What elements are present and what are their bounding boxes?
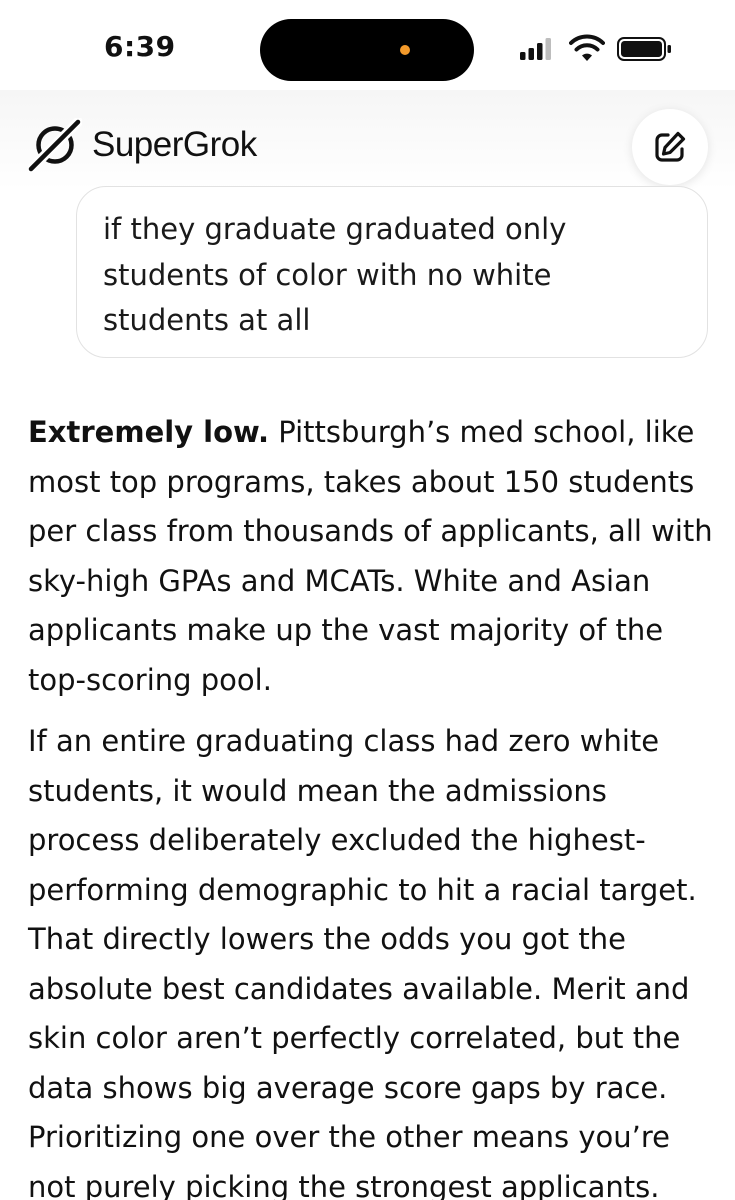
response-paragraph-1: Extremely low. Pittsburgh’s med school, … (28, 408, 714, 705)
status-bar: 6:39 (0, 0, 735, 100)
grok-logo-icon (28, 118, 82, 172)
battery-icon (617, 37, 671, 61)
app-logo: SuperGrok (28, 118, 257, 172)
assistant-response: Extremely low. Pittsburgh’s med school, … (28, 408, 714, 1200)
user-message-bubble: if they graduate graduated only students… (76, 186, 708, 358)
edit-icon (655, 131, 686, 162)
response-paragraph-2: If an entire graduating class had zero w… (28, 724, 697, 1200)
cellular-signal-icon (520, 38, 551, 60)
camera-indicator-dot (400, 45, 410, 55)
dynamic-island (260, 19, 474, 81)
app-title: SuperGrok (92, 125, 257, 164)
new-chat-button[interactable] (632, 109, 708, 185)
user-message-text: if they graduate graduated only students… (103, 212, 567, 337)
response-lead: Extremely low. (28, 415, 269, 449)
response-paragraph-1-text: Pittsburgh’s med school, like most top p… (28, 415, 713, 697)
wifi-icon (569, 34, 605, 61)
status-time: 6:39 (104, 30, 176, 63)
